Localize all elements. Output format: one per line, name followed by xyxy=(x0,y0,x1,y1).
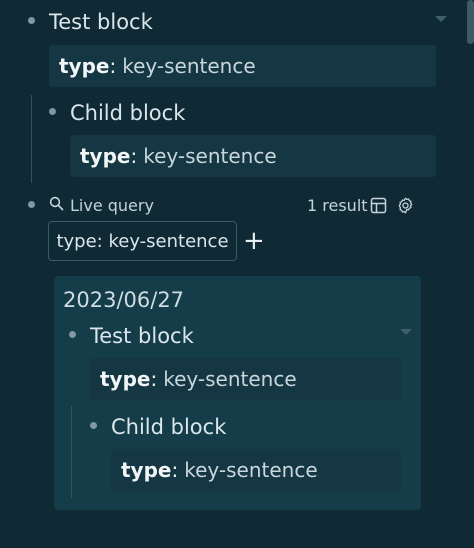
property-colon: : xyxy=(171,458,179,482)
result-page-title[interactable]: 2023/06/27 xyxy=(63,290,184,311)
property-colon: : xyxy=(130,144,138,168)
block-bullet[interactable] xyxy=(28,201,35,208)
block-bullet[interactable] xyxy=(49,108,56,115)
chevron-down-icon[interactable] xyxy=(435,16,447,22)
block-property[interactable]: type: key-sentence xyxy=(49,45,436,87)
children-guide-line xyxy=(31,95,32,183)
property-colon: : xyxy=(109,54,117,78)
search-icon xyxy=(49,196,64,211)
property-key: type xyxy=(100,367,151,391)
block-title[interactable]: Child block xyxy=(111,417,226,438)
gear-icon[interactable] xyxy=(396,196,415,215)
block-title[interactable]: Child block xyxy=(70,103,185,124)
chevron-down-icon[interactable] xyxy=(400,329,412,335)
query-filter-chip[interactable]: type: key-sentence xyxy=(48,221,237,261)
block-title[interactable]: Test block xyxy=(49,12,153,33)
property-key: type xyxy=(121,458,172,482)
property-value[interactable]: key-sentence xyxy=(122,54,255,78)
block-bullet[interactable] xyxy=(90,422,97,429)
table-icon[interactable] xyxy=(370,197,387,214)
page: Test block type: key-sentence Child block… xyxy=(0,0,474,548)
property-key: type xyxy=(80,144,131,168)
property-value[interactable]: key-sentence xyxy=(163,367,296,391)
result-count: 1 result xyxy=(307,196,368,215)
add-filter-button[interactable]: + xyxy=(243,228,265,254)
block-title[interactable]: Test block xyxy=(90,326,194,347)
property-colon: : xyxy=(150,367,158,391)
scrollbar[interactable] xyxy=(467,0,474,44)
block-property[interactable]: type: key-sentence xyxy=(90,358,401,400)
property-value[interactable]: key-sentence xyxy=(184,458,317,482)
block-bullet[interactable] xyxy=(69,331,76,338)
live-query-label: Live query xyxy=(70,196,154,215)
block-property[interactable]: type: key-sentence xyxy=(70,135,436,177)
property-value[interactable]: key-sentence xyxy=(143,144,276,168)
children-guide-line xyxy=(71,406,72,498)
block-property[interactable]: type: key-sentence xyxy=(111,449,401,491)
property-key: type xyxy=(59,54,110,78)
block-bullet[interactable] xyxy=(28,17,35,24)
